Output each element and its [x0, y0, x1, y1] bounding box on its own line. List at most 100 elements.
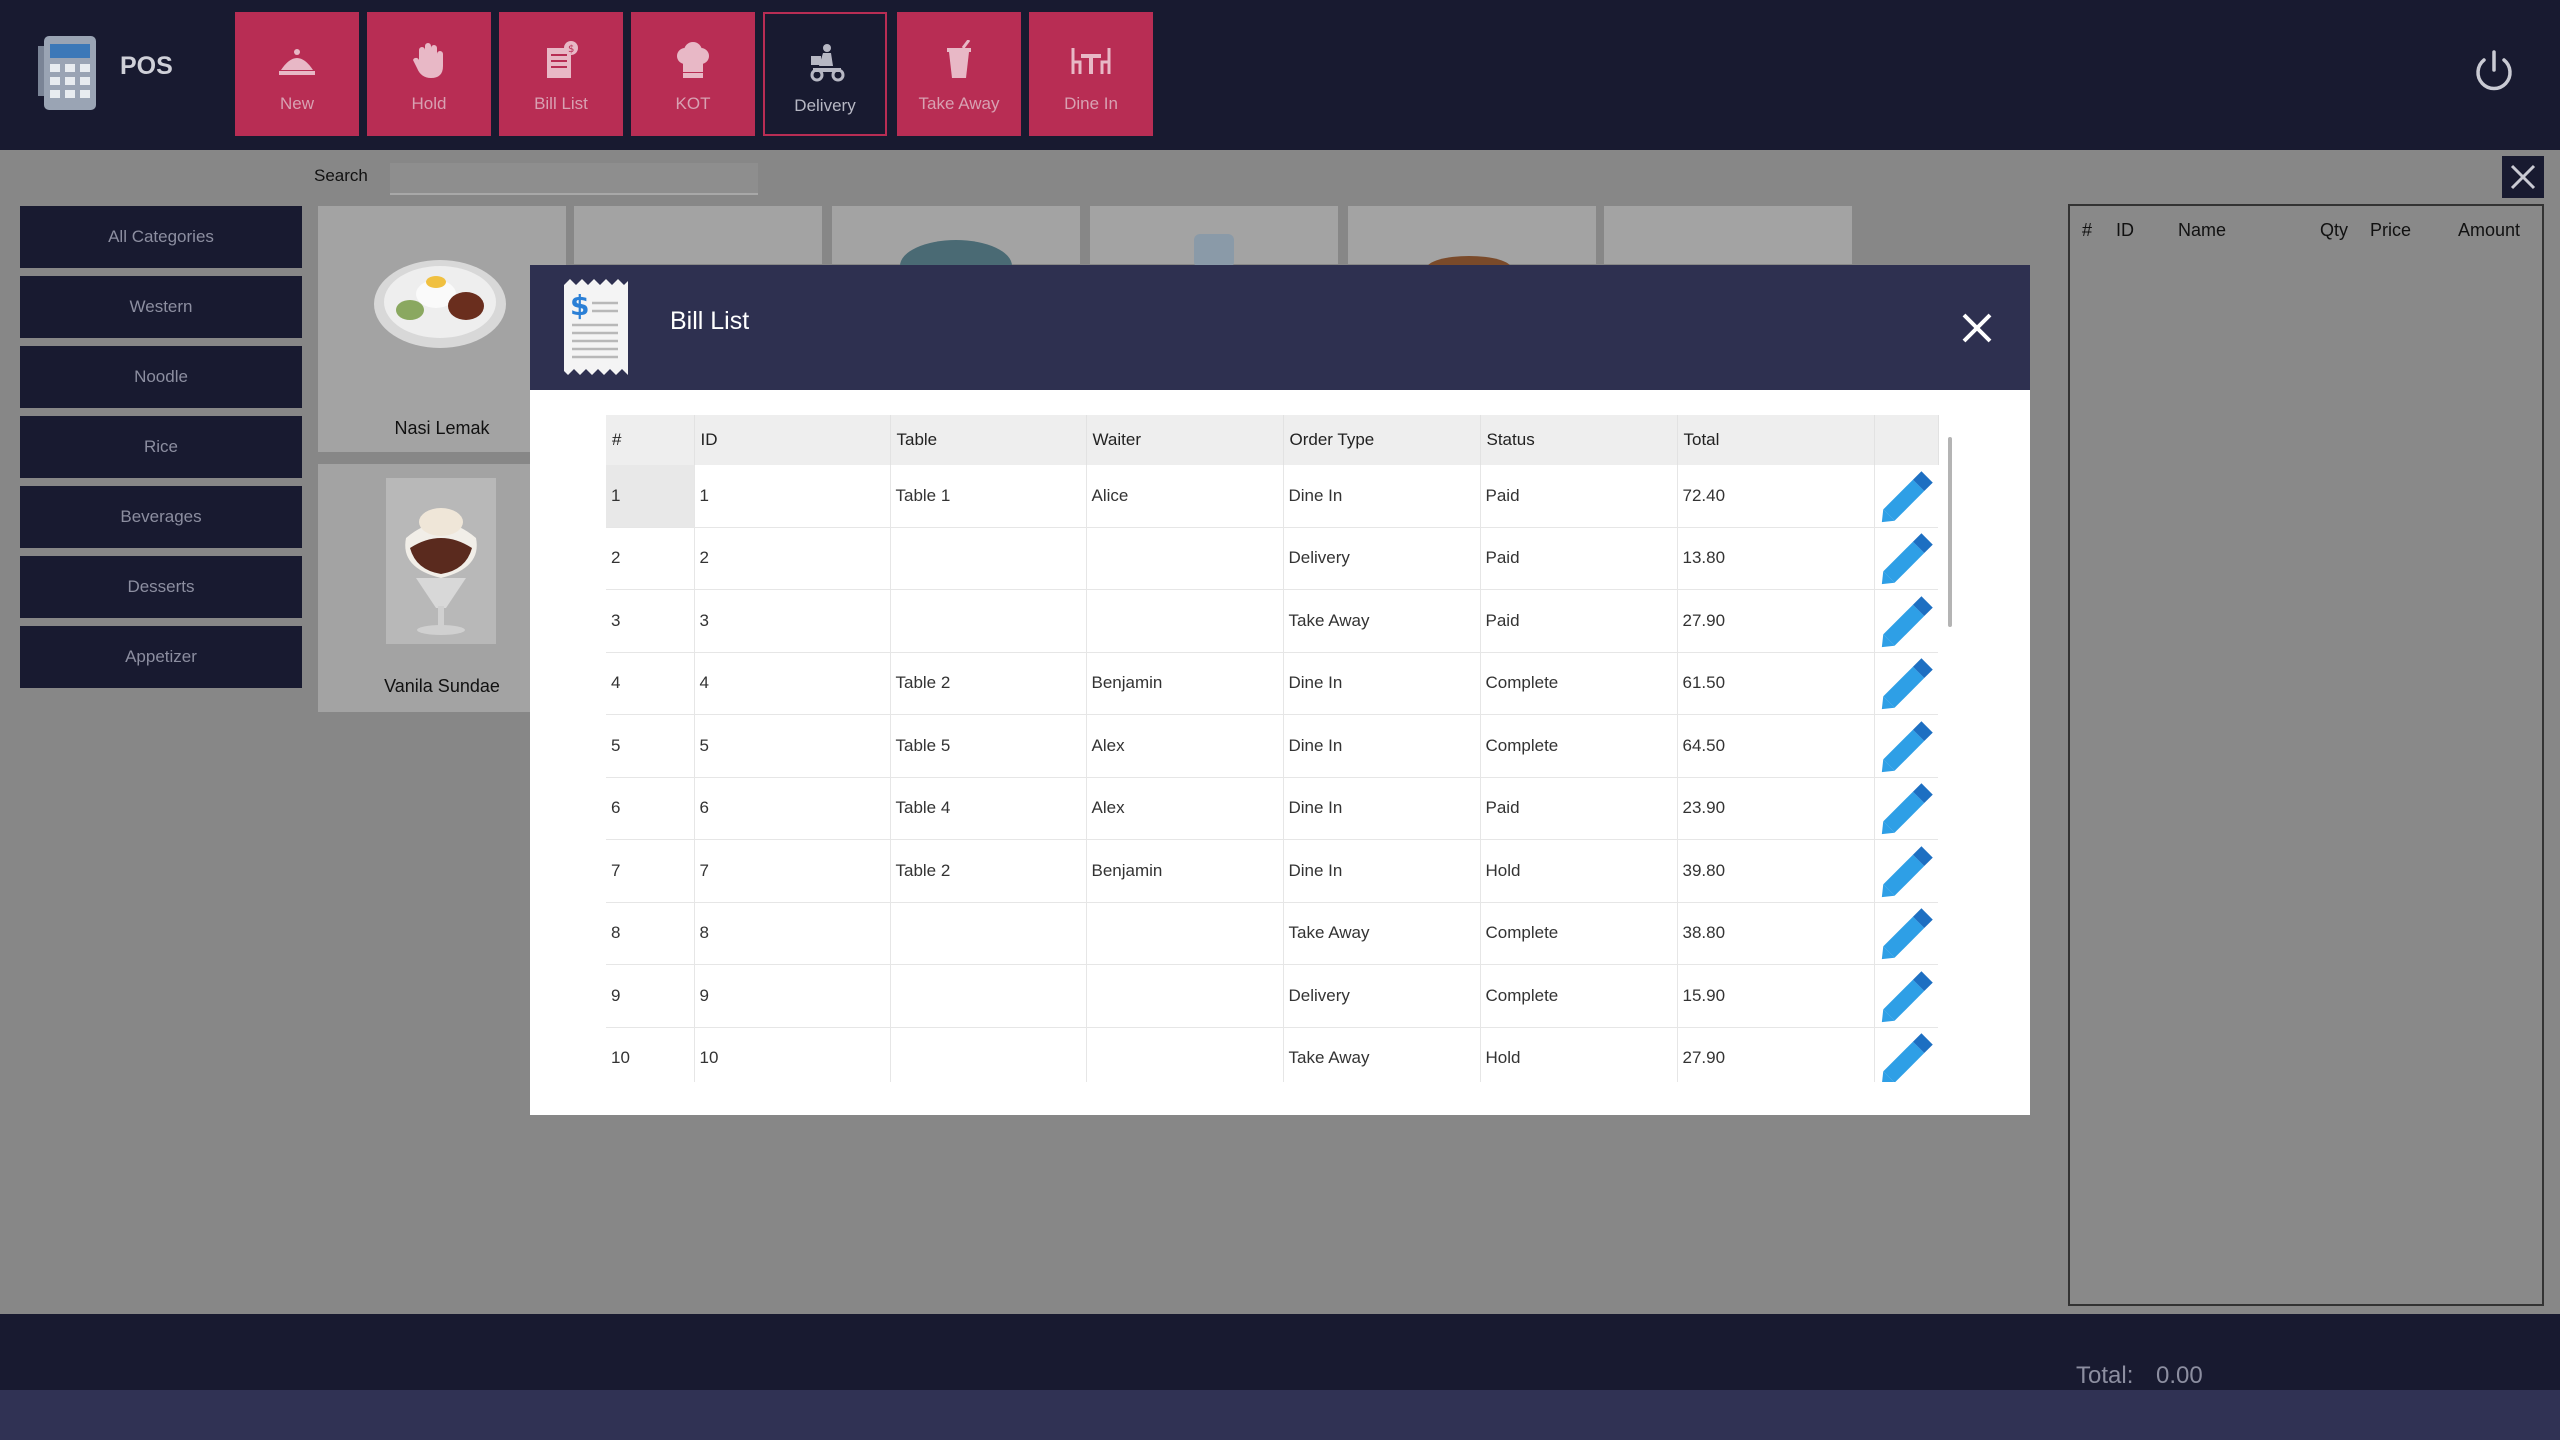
cell-total: 27.90	[1677, 589, 1875, 653]
scooter-icon	[810, 44, 845, 82]
cell-total: 38.80	[1677, 902, 1875, 965]
product-card-vanila-sundae[interactable]: Vanila Sundae	[318, 464, 566, 712]
dialog-close-icon[interactable]	[1954, 305, 2000, 351]
category-noodle[interactable]: Noodle	[20, 346, 302, 408]
edit-pencil-icon[interactable]	[1879, 844, 1937, 898]
dialog-header: $ Bill List	[530, 265, 2030, 390]
table-row[interactable]: 8 8 Take Away Complete 38.80	[606, 902, 1938, 965]
cell-action	[1874, 652, 1938, 715]
cell-num: 7	[606, 839, 695, 903]
cell-table	[890, 527, 1087, 590]
table-row[interactable]: 1 1 Table 1 Alice Dine In Paid 72.40	[606, 465, 1938, 528]
edit-pencil-icon[interactable]	[1879, 781, 1937, 835]
category-western[interactable]: Western	[20, 276, 302, 338]
cell-id: 8	[694, 902, 891, 965]
cell-id: 7	[694, 839, 891, 903]
col-header-action	[1874, 415, 1939, 465]
cell-order-type: Take Away	[1283, 902, 1481, 965]
table-row[interactable]: 9 9 Delivery Complete 15.90	[606, 964, 1938, 1028]
col-header-total[interactable]: Total	[1677, 415, 1875, 465]
cell-id: 3	[694, 589, 891, 653]
col-header-waiter[interactable]: Waiter	[1086, 415, 1284, 465]
col-header-num[interactable]: #	[606, 415, 695, 465]
category-rice[interactable]: Rice	[20, 416, 302, 478]
product-name: Nasi Lemak	[394, 418, 490, 438]
edit-pencil-icon[interactable]	[1879, 1031, 1937, 1082]
table-row[interactable]: 10 10 Take Away Hold 27.90	[606, 1027, 1938, 1082]
cell-table: Table 5	[890, 714, 1087, 778]
receipt-icon: $	[564, 279, 628, 375]
col-header-status[interactable]: Status	[1480, 415, 1678, 465]
delivery-button[interactable]: Delivery	[763, 12, 887, 136]
top-toolbar: POS New Hold $ Bill List KOT Delivery Ta…	[0, 0, 2560, 150]
table-scrollbar[interactable]	[1948, 437, 1952, 627]
cell-id: 4	[694, 652, 891, 715]
cell-waiter	[1086, 964, 1284, 1028]
cell-total: 64.50	[1677, 714, 1875, 778]
close-icon[interactable]	[2502, 156, 2544, 198]
cell-action	[1874, 839, 1938, 903]
order-items-panel: # ID Name Qty Price Amount	[2068, 204, 2544, 1306]
cell-total: 39.80	[1677, 839, 1875, 903]
hold-button[interactable]: Hold	[367, 12, 491, 136]
cell-table	[890, 902, 1087, 965]
bill-list-button[interactable]: $ Bill List	[499, 12, 623, 136]
edit-pencil-icon[interactable]	[1879, 906, 1937, 960]
cell-status: Paid	[1480, 777, 1678, 840]
cell-waiter	[1086, 1027, 1284, 1082]
cell-waiter: Benjamin	[1086, 839, 1284, 903]
col-header-id[interactable]: ID	[694, 415, 891, 465]
bill-list-table-container[interactable]: # ID Table Waiter Order Type Status Tota…	[606, 415, 1946, 1082]
edit-pencil-icon[interactable]	[1879, 656, 1937, 710]
product-card[interactable]	[1604, 206, 1852, 264]
cell-table: Table 2	[890, 652, 1087, 715]
svg-text:$: $	[570, 289, 589, 322]
table-row[interactable]: 5 5 Table 5 Alex Dine In Complete 64.50	[606, 714, 1938, 778]
bill-list-table: # ID Table Waiter Order Type Status Tota…	[606, 415, 1939, 1082]
category-appetizer[interactable]: Appetizer	[20, 626, 302, 688]
cell-status: Complete	[1480, 652, 1678, 715]
cell-id: 10	[694, 1027, 891, 1082]
product-card[interactable]	[1348, 206, 1596, 268]
cell-status: Paid	[1480, 465, 1678, 528]
cell-num: 8	[606, 902, 695, 965]
table-row[interactable]: 7 7 Table 2 Benjamin Dine In Hold 39.80	[606, 839, 1938, 903]
col-header-table[interactable]: Table	[890, 415, 1087, 465]
col-header-order-type[interactable]: Order Type	[1283, 415, 1481, 465]
dine-in-button[interactable]: Dine In	[1029, 12, 1153, 136]
table-row[interactable]: 3 3 Take Away Paid 27.90	[606, 589, 1938, 653]
cell-order-type: Delivery	[1283, 964, 1481, 1028]
edit-pencil-icon[interactable]	[1879, 469, 1937, 523]
category-desserts[interactable]: Desserts	[20, 556, 302, 618]
cell-action	[1874, 777, 1938, 840]
cell-action	[1874, 964, 1938, 1028]
table-row[interactable]: 6 6 Table 4 Alex Dine In Paid 23.90	[606, 777, 1938, 840]
power-icon[interactable]	[2472, 48, 2516, 94]
take-away-button[interactable]: Take Away	[897, 12, 1021, 136]
table-row[interactable]: 4 4 Table 2 Benjamin Dine In Complete 61…	[606, 652, 1938, 715]
product-card-nasi-lemak[interactable]: Nasi Lemak	[318, 206, 566, 452]
bill-list-dialog: $ Bill List # ID Table Waiter Order Type…	[530, 265, 2030, 1115]
cell-action	[1874, 589, 1938, 653]
table-chairs-icon	[1071, 48, 1111, 74]
category-beverages[interactable]: Beverages	[20, 486, 302, 548]
cell-order-type: Take Away	[1283, 589, 1481, 653]
table-row[interactable]: 2 2 Delivery Paid 13.80	[606, 527, 1938, 590]
new-button[interactable]: New	[235, 12, 359, 136]
cell-order-type: Dine In	[1283, 777, 1481, 840]
cell-order-type: Dine In	[1283, 465, 1481, 528]
kot-button[interactable]: KOT	[631, 12, 755, 136]
product-card[interactable]	[1090, 206, 1338, 266]
edit-pencil-icon[interactable]	[1879, 594, 1937, 648]
cell-id: 2	[694, 527, 891, 590]
product-card[interactable]	[574, 206, 822, 264]
dialog-title: Bill List	[670, 307, 750, 335]
edit-pencil-icon[interactable]	[1879, 719, 1937, 773]
category-all-categories[interactable]: All Categories	[20, 206, 302, 268]
cell-order-type: Dine In	[1283, 714, 1481, 778]
edit-pencil-icon[interactable]	[1879, 969, 1937, 1023]
search-input[interactable]	[390, 163, 758, 195]
product-card[interactable]	[832, 206, 1080, 266]
cell-table: Table 1	[890, 465, 1087, 528]
edit-pencil-icon[interactable]	[1879, 531, 1937, 585]
